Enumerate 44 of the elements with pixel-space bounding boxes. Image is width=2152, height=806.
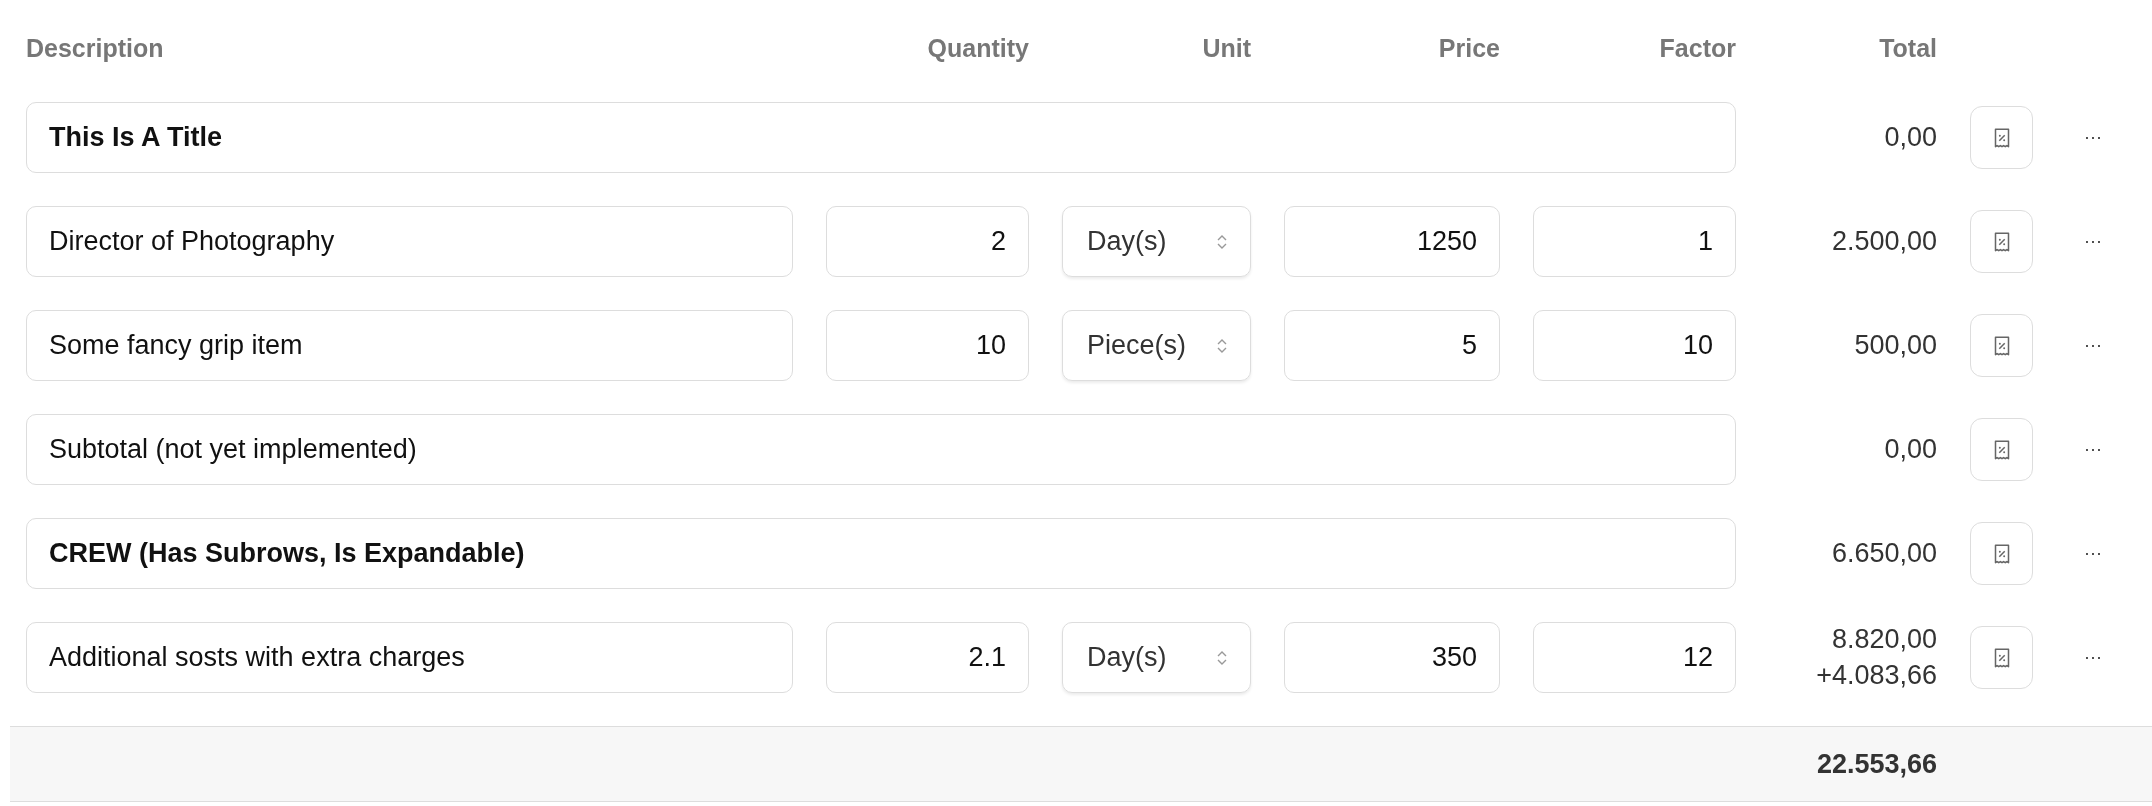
price-field[interactable]: 1250: [1284, 206, 1500, 277]
more-button[interactable]: ···: [2084, 127, 2102, 148]
discount-button[interactable]: [1970, 106, 2033, 169]
total-header: Total: [1878, 33, 1937, 63]
discount-button[interactable]: [1970, 418, 2033, 481]
extra-charge: +4.083,66: [1816, 658, 1937, 692]
description-field[interactable]: CREW (Has Subrows, Is Expandable): [26, 518, 1736, 589]
quantity-header: Quantity: [926, 33, 1029, 63]
unit-select[interactable]: Piece(s): [1062, 310, 1251, 381]
unit-header: Unit: [1201, 33, 1251, 63]
description-field[interactable]: Additional sosts with extra charges: [26, 622, 793, 693]
more-button[interactable]: ···: [2084, 335, 2102, 356]
factor-field[interactable]: 1: [1533, 206, 1736, 277]
price-field[interactable]: 350: [1284, 622, 1500, 693]
price-header: Price: [1437, 33, 1500, 63]
factor-field[interactable]: 10: [1533, 310, 1736, 381]
row-total: 8.820,00: [1831, 623, 1937, 657]
description-field[interactable]: Director of Photography: [26, 206, 793, 277]
discount-button[interactable]: [1970, 522, 2033, 585]
discount-button[interactable]: [1970, 210, 2033, 273]
price-field[interactable]: 5: [1284, 310, 1500, 381]
unit-select[interactable]: Day(s): [1062, 622, 1251, 693]
unit-select[interactable]: Day(s): [1062, 206, 1251, 277]
quantity-field[interactable]: 10: [826, 310, 1029, 381]
description-header: Description: [26, 33, 165, 63]
quantity-field[interactable]: 2.1: [826, 622, 1029, 693]
row-total: 500,00: [1854, 328, 1937, 362]
discount-button[interactable]: [1970, 314, 2033, 377]
description-field[interactable]: This Is A Title: [26, 102, 1736, 173]
quantity-field[interactable]: 2: [826, 206, 1029, 277]
row-total: 0,00: [1884, 120, 1937, 154]
more-button[interactable]: ···: [2084, 231, 2102, 252]
discount-button[interactable]: [1970, 626, 2033, 689]
more-button[interactable]: ···: [2084, 647, 2102, 668]
more-button[interactable]: ···: [2084, 439, 2102, 460]
factor-header: Factor: [1658, 33, 1736, 63]
row-total: 0,00: [1884, 432, 1937, 466]
description-field[interactable]: Subtotal (not yet implemented): [26, 414, 1736, 485]
row-total: 6.650,00: [1831, 536, 1937, 570]
row-total: 2.500,00: [1831, 224, 1937, 258]
more-button[interactable]: ···: [2084, 543, 2102, 564]
factor-field[interactable]: 12: [1533, 622, 1736, 693]
description-field[interactable]: Some fancy grip item: [26, 310, 793, 381]
grand-total: 22.553,66: [1815, 748, 1937, 780]
